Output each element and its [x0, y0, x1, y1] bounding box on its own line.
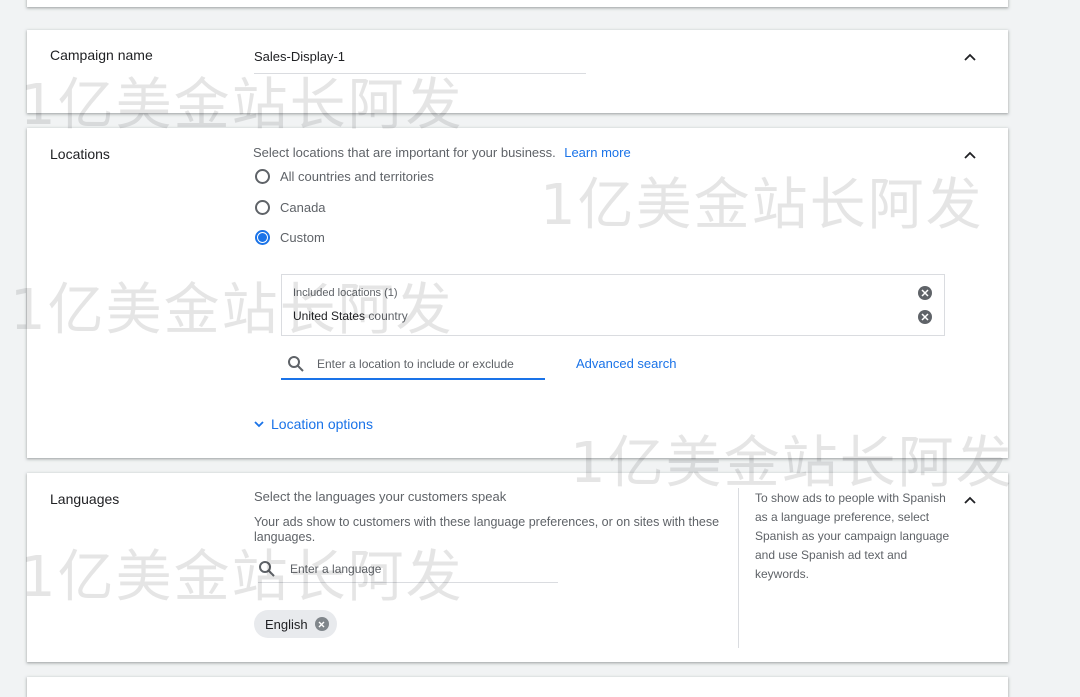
languages-card: Languages Select the languages your cust… — [27, 473, 1008, 662]
radio-label: Custom — [280, 230, 325, 245]
radio-button[interactable] — [255, 169, 270, 184]
chevron-up-icon — [964, 496, 976, 504]
learn-more-link[interactable]: Learn more — [564, 145, 630, 160]
languages-description: Select the languages your customers spea… — [254, 489, 507, 504]
location-name: United States — [293, 309, 366, 323]
locations-description-row: Select locations that are important for … — [253, 144, 631, 162]
search-icon — [288, 356, 304, 372]
included-location-item: United States country — [293, 309, 408, 323]
help-divider — [738, 488, 739, 648]
locations-card: Locations Select locations that are impo… — [27, 128, 1008, 458]
languages-detail: Your ads show to customers with these la… — [254, 515, 720, 544]
language-search-input[interactable] — [290, 562, 540, 576]
campaign-name-label: Campaign name — [50, 47, 153, 63]
search-icon — [259, 561, 275, 577]
radio-button-checked[interactable] — [255, 230, 270, 245]
languages-help-text: To show ads to people with Spanish as a … — [755, 491, 950, 581]
location-search-input[interactable] — [317, 357, 537, 371]
previous-section-card — [27, 0, 1008, 7]
radio-custom[interactable]: Custom — [255, 230, 325, 245]
location-options-toggle[interactable]: Location options — [253, 416, 373, 432]
language-chip-english[interactable]: English — [254, 610, 337, 638]
radio-all-countries[interactable]: All countries and territories — [255, 169, 434, 184]
campaign-name-value[interactable]: Sales-Display-1 — [254, 49, 345, 64]
remove-chip-icon[interactable] — [314, 617, 329, 631]
languages-label: Languages — [50, 491, 120, 507]
location-options-label: Location options — [271, 416, 373, 432]
radio-label: All countries and territories — [280, 169, 434, 184]
locations-description: Select locations that are important for … — [253, 145, 556, 160]
collapse-campaign-button[interactable] — [960, 47, 980, 67]
included-locations-box: Included locations (1) United States cou… — [281, 274, 945, 336]
radio-canada[interactable]: Canada — [255, 200, 326, 215]
remove-location-icon[interactable] — [918, 310, 932, 324]
language-search — [258, 556, 558, 583]
location-type: country — [368, 309, 408, 323]
radio-label: Canada — [280, 200, 326, 215]
collapse-locations-button[interactable] — [960, 145, 980, 165]
collapse-languages-button[interactable] — [960, 490, 980, 510]
campaign-name-underline — [254, 73, 586, 74]
chip-label: English — [265, 616, 308, 632]
chevron-up-icon — [964, 151, 976, 159]
next-section-card — [27, 677, 1008, 697]
locations-label: Locations — [50, 146, 110, 162]
chevron-down-icon — [254, 421, 264, 428]
campaign-name-card: Campaign name Sales-Display-1 — [27, 30, 1008, 113]
clear-all-icon[interactable] — [918, 286, 932, 300]
chevron-up-icon — [964, 53, 976, 61]
included-locations-header: Included locations (1) — [293, 287, 398, 299]
location-search — [281, 350, 545, 380]
advanced-search-link[interactable]: Advanced search — [576, 356, 676, 371]
radio-button[interactable] — [255, 200, 270, 215]
